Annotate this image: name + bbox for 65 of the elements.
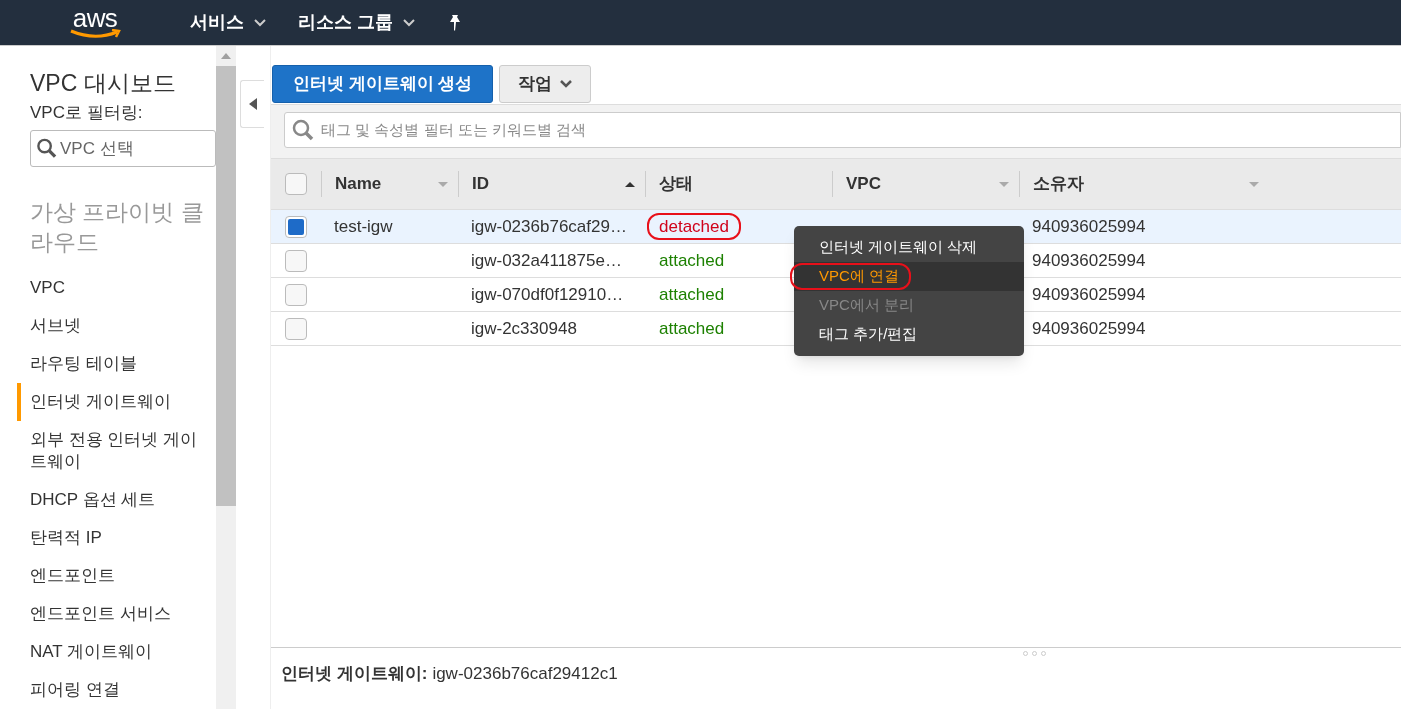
sidebar-item[interactable]: 라우팅 테이블 [17, 345, 210, 383]
menu-item[interactable]: 인터넷 게이트웨이 삭제 [790, 234, 990, 261]
sidebar-item[interactable]: 외부 전용 인터넷 게이트웨이 [17, 421, 210, 481]
sort-icon[interactable] [1249, 181, 1259, 187]
status-text: detached [647, 212, 741, 240]
row-checkbox[interactable] [285, 283, 307, 306]
menu-item[interactable]: 태그 추가/편집 [790, 321, 930, 348]
vpc-select-field[interactable]: VPC 선택 [30, 129, 216, 167]
sidebar-item[interactable]: 탄력적 IP [17, 519, 210, 557]
sort-icon[interactable] [999, 181, 1009, 187]
column-header[interactable]: ID [458, 171, 645, 197]
table-cell: igw-2c330948 [471, 318, 577, 338]
collapse-sidebar-tab[interactable] [240, 80, 264, 128]
sidebar-item[interactable]: DHCP 옵션 세트 [17, 481, 210, 519]
search-icon [291, 118, 315, 142]
table-cell: igw-032a411875e… [471, 250, 622, 270]
scrollbar-thumb[interactable] [216, 66, 236, 506]
section-heading: 가상 프라이빗 클라우드 [30, 198, 205, 257]
details-value: igw-0236b76caf29412c1 [432, 663, 618, 685]
sidebar-item[interactable]: 인터넷 게이트웨이 [17, 383, 210, 421]
search-field[interactable]: 태그 및 속성별 필터 또는 키워드별 검색 [284, 112, 1401, 148]
table-cell: igw-0236b76caf29… [471, 216, 627, 236]
status-text: attached [658, 249, 726, 272]
column-header[interactable]: Name [321, 171, 458, 197]
caret-icon [254, 18, 266, 27]
sidebar-item[interactable]: 피어링 연결 [17, 671, 210, 709]
smile-arrow-icon [69, 28, 121, 39]
row-checkbox[interactable] [285, 317, 307, 340]
row-checkbox[interactable] [285, 249, 307, 272]
pin-icon[interactable] [447, 13, 463, 32]
vpc-select-input[interactable]: VPC 선택 [60, 135, 210, 161]
sidebar-title: VPC 대시보드 [30, 69, 177, 98]
select-all-checkbox[interactable] [285, 173, 307, 195]
caret-icon [560, 80, 573, 88]
sidebar-item[interactable]: NAT 게이트웨이 [17, 633, 210, 671]
topbar-menu[interactable]: 리소스 그룹 [298, 9, 415, 36]
table-cell: test-igw [334, 216, 393, 236]
table-cell: 940936025994 [1032, 250, 1146, 270]
table-cell: 940936025994 [1032, 216, 1146, 236]
column-header[interactable]: 소유자 [1019, 171, 1269, 197]
caret-icon [403, 18, 415, 27]
sidebar-item[interactable]: VPC [17, 269, 210, 307]
status-text: attached [658, 283, 726, 306]
sort-ascending-icon[interactable] [625, 181, 635, 187]
sidebar-item[interactable]: 서브넷 [17, 307, 210, 345]
sidebar-item[interactable]: 엔드포인트 [17, 557, 210, 595]
create-gateway-button[interactable]: 인터넷 게이트웨이 생성 [272, 65, 494, 103]
status-text: attached [658, 317, 726, 340]
topbar-menu[interactable]: 서비스 [190, 9, 266, 36]
column-header[interactable]: 상태 [645, 171, 832, 197]
table-cell: igw-070df0f12910… [471, 284, 624, 304]
menu-item[interactable]: VPC에 연결 [790, 263, 911, 290]
column-header[interactable]: VPC [832, 171, 1019, 197]
actions-button[interactable]: 작업 [499, 65, 592, 103]
details-label: 인터넷 게이트웨이: [281, 663, 428, 685]
collapse-arrow-icon [248, 98, 257, 110]
sidebar-item[interactable]: 엔드포인트 서비스 [17, 595, 210, 633]
table-cell: 940936025994 [1032, 318, 1146, 338]
table-cell: 940936025994 [1032, 284, 1146, 304]
row-checkbox[interactable] [285, 215, 307, 238]
search-icon [36, 137, 57, 160]
filter-label: VPC로 필터링: [30, 102, 144, 124]
menu-item: VPC에서 분리 [818, 295, 915, 316]
aws-logo[interactable]: aws [69, 6, 121, 39]
sort-icon[interactable] [438, 181, 448, 187]
